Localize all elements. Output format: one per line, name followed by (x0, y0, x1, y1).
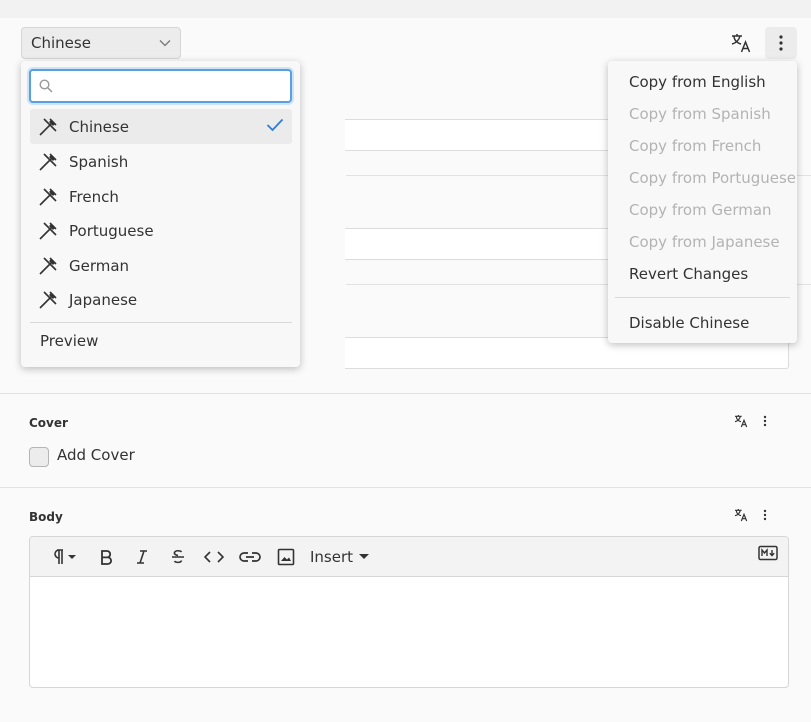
search-icon (39, 79, 53, 93)
translate-icon[interactable] (733, 413, 749, 429)
section-divider (0, 393, 346, 394)
image-icon (277, 548, 295, 565)
insert-label: Insert (310, 547, 354, 566)
paragraph-icon (54, 548, 76, 564)
add-cover-checkbox[interactable] (29, 447, 49, 467)
body-editor[interactable]: Insert (29, 536, 789, 688)
link-icon (239, 551, 261, 562)
revert-changes-item[interactable]: Revert Changes (608, 258, 797, 290)
insert-menu-button[interactable]: Insert (310, 547, 370, 566)
menu-item-label: Copy from Spanish (629, 105, 771, 123)
markdown-toggle-button[interactable] (758, 545, 778, 565)
markdown-icon (758, 545, 778, 561)
language-search (29, 69, 292, 103)
bold-button[interactable] (88, 543, 124, 571)
menu-divider (615, 297, 790, 298)
language-option-label: French (69, 187, 119, 206)
translate-icon[interactable] (733, 507, 749, 523)
language-option-label: German (69, 256, 130, 275)
paragraph-style-button[interactable] (40, 543, 88, 571)
more-vertical-icon (779, 35, 783, 51)
translation-missing-icon (38, 187, 58, 207)
code-button[interactable] (196, 543, 232, 571)
language-option-portuguese[interactable]: Portuguese (30, 213, 292, 248)
link-button[interactable] (232, 543, 268, 571)
language-option-label: Spanish (69, 152, 129, 171)
language-option-spanish[interactable]: Spanish (30, 144, 292, 179)
translation-missing-icon (38, 117, 58, 137)
preview-label: Preview (40, 332, 99, 350)
menu-item-label: Copy from Portuguese (629, 169, 797, 187)
language-option-french[interactable]: French (30, 179, 292, 214)
translation-missing-icon (38, 290, 58, 310)
copy-from-english-item[interactable]: Copy from English (608, 66, 797, 98)
code-icon (204, 550, 224, 563)
translation-missing-icon (38, 256, 58, 276)
language-search-input[interactable] (59, 78, 290, 94)
copy-from-german-item: Copy from German (608, 194, 797, 226)
chevron-down-icon (159, 40, 171, 47)
more-button[interactable] (765, 27, 797, 59)
body-section-label: Body (29, 510, 63, 524)
disable-language-item[interactable]: Disable Chinese (608, 307, 797, 339)
translation-missing-icon (38, 221, 58, 241)
language-dropdown-popup: Chinese Spanish French Portuguese German… (21, 61, 300, 367)
menu-item-label: Disable Chinese (629, 314, 750, 332)
section-divider (346, 393, 811, 394)
strikethrough-button[interactable] (160, 543, 196, 571)
menu-item-label: Copy from German (629, 201, 772, 219)
translation-missing-icon (38, 152, 58, 172)
more-vertical-icon[interactable] (763, 415, 767, 427)
section-divider (0, 487, 811, 488)
language-option-chinese[interactable]: Chinese (30, 109, 292, 144)
bold-icon (101, 549, 112, 565)
menu-item-label: Revert Changes (629, 265, 749, 283)
menu-item-label: Copy from English (629, 73, 766, 91)
translate-icon[interactable] (726, 29, 756, 57)
add-cover-label: Add Cover (57, 446, 135, 464)
more-vertical-icon[interactable] (763, 509, 767, 521)
menu-item-label: Copy from Japanese (629, 233, 780, 251)
menu-item-label: Copy from French (629, 137, 762, 155)
italic-icon (137, 549, 147, 564)
italic-button[interactable] (124, 543, 160, 571)
copy-from-portuguese-item: Copy from Portuguese (608, 162, 797, 194)
translation-actions-menu: Copy from English Copy from Spanish Copy… (608, 61, 797, 343)
copy-from-spanish-item: Copy from Spanish (608, 98, 797, 130)
popup-divider (30, 322, 292, 323)
copy-from-french-item: Copy from French (608, 130, 797, 162)
preview-option[interactable]: Preview (30, 325, 292, 357)
image-button[interactable] (268, 543, 304, 571)
copy-from-japanese-item: Copy from Japanese (608, 226, 797, 258)
check-icon (266, 118, 284, 132)
caret-down-icon (359, 553, 370, 559)
language-select-value: Chinese (31, 34, 91, 52)
language-option-german[interactable]: German (30, 248, 292, 283)
language-option-japanese[interactable]: Japanese (30, 282, 292, 317)
strikethrough-icon (172, 549, 184, 563)
language-option-label: Portuguese (69, 221, 154, 240)
cover-section-label: Cover (29, 416, 68, 430)
language-option-label: Japanese (69, 290, 138, 309)
language-select[interactable]: Chinese (21, 27, 181, 59)
language-option-label: Chinese (69, 117, 129, 136)
editor-toolbar: Insert (30, 537, 788, 577)
